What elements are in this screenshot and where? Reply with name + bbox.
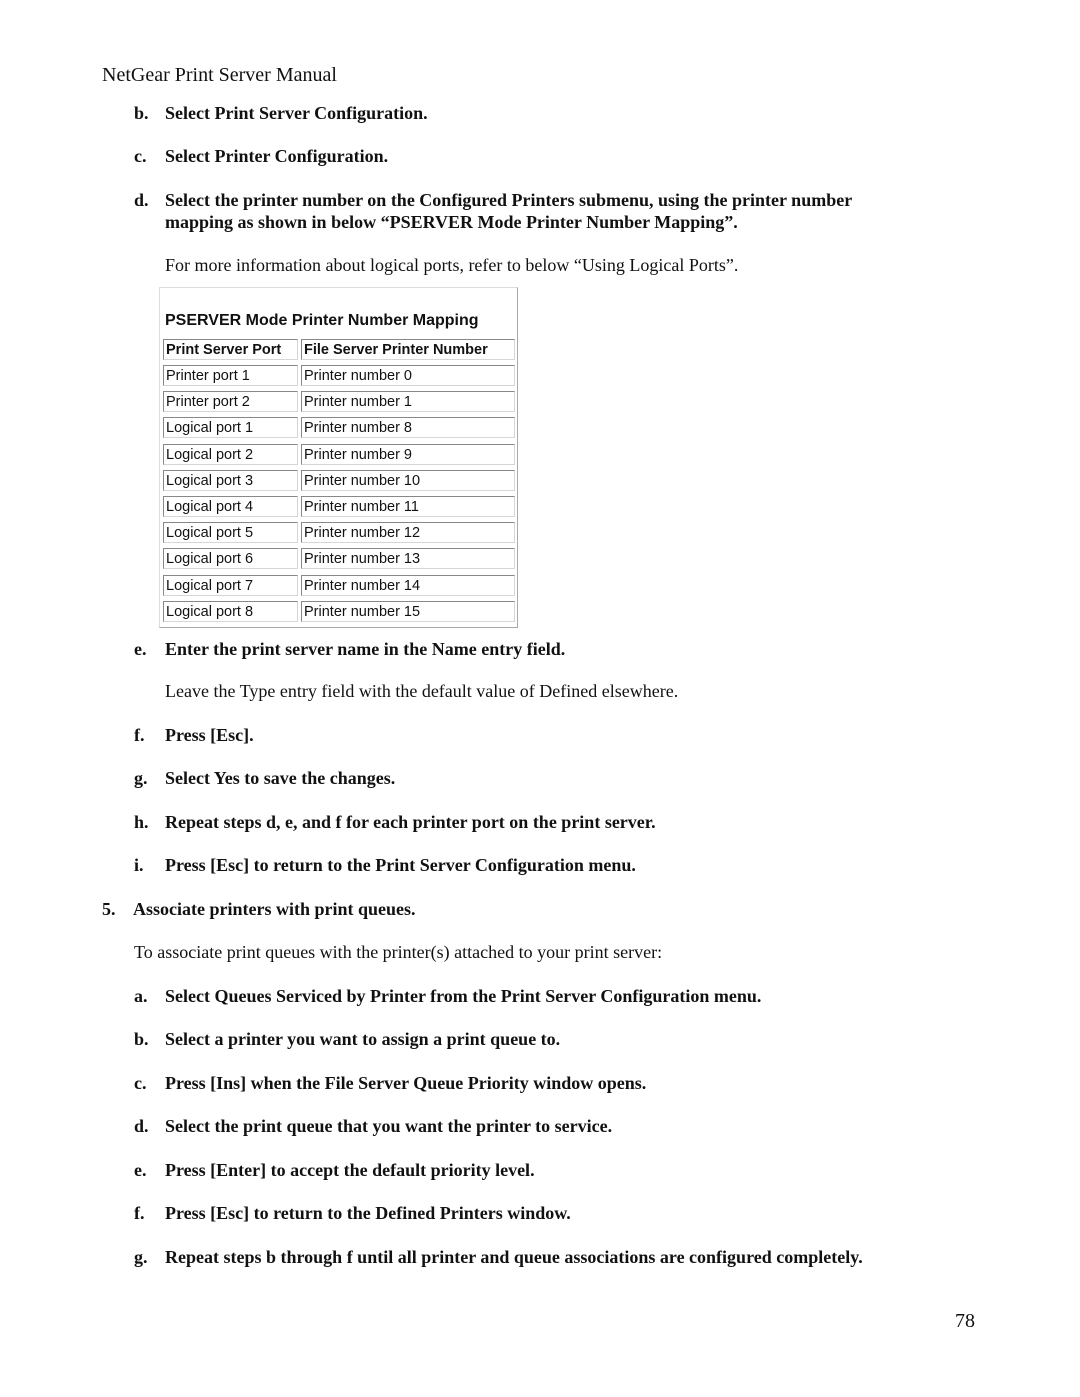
step-label: 5. xyxy=(102,899,116,919)
page-number: 78 xyxy=(955,1310,975,1332)
table-cell-port: Printer port 1 xyxy=(163,365,298,386)
table-cell-printer-number: Printer number 9 xyxy=(301,443,515,465)
step-label: f. xyxy=(134,1203,145,1223)
table-cell-printer-number: Printer number 0 xyxy=(301,365,515,386)
step-text: Select a printer you want to assign a pr… xyxy=(165,1029,561,1049)
step-label: d. xyxy=(134,1116,149,1136)
step-text: Press [Esc]. xyxy=(165,725,254,745)
table-cell-port: Logical port 1 xyxy=(163,417,298,439)
step-label: d. xyxy=(134,190,149,210)
note-logical-ports: For more information about logical ports… xyxy=(165,255,739,275)
step-text: Press [Enter] to accept the default prio… xyxy=(165,1160,535,1180)
table-cell-printer-number: Printer number 15 xyxy=(301,600,515,622)
column-header: File Server Printer Number xyxy=(301,339,515,360)
step-label: c. xyxy=(134,146,147,166)
table-cell-printer-number: Printer number 12 xyxy=(301,522,515,544)
step-label: g. xyxy=(134,768,148,788)
step-label: g. xyxy=(134,1247,148,1267)
step-text: Select Printer Configuration. xyxy=(165,146,389,166)
table-cell-printer-number: Printer number 1 xyxy=(301,391,515,413)
step-text: Select Print Server Configuration. xyxy=(165,103,428,123)
table-cell-printer-number: Printer number 14 xyxy=(301,574,515,596)
document-header: NetGear Print Server Manual xyxy=(102,64,337,86)
table-cell-port: Logical port 3 xyxy=(163,469,298,491)
table-caption: PSERVER Mode Printer Number Mapping xyxy=(165,312,479,329)
table-cell-printer-number: Printer number 8 xyxy=(301,417,515,439)
step-label: a. xyxy=(134,986,148,1006)
table-cell-port: Logical port 6 xyxy=(163,548,298,570)
step-label: b. xyxy=(134,1029,149,1049)
step-label: f. xyxy=(134,725,145,745)
step-text: Press [Esc] to return to the Print Serve… xyxy=(165,855,636,875)
step-label: b. xyxy=(134,103,149,123)
step-label: c. xyxy=(134,1073,147,1093)
step-text: Select Queues Serviced by Printer from t… xyxy=(165,986,762,1006)
table-cell-printer-number: Printer number 13 xyxy=(301,548,515,570)
step-label: e. xyxy=(134,639,147,659)
table-cell-port: Printer port 2 xyxy=(163,391,298,413)
note-type-field: Leave the Type entry field with the defa… xyxy=(165,681,679,701)
step-label: e. xyxy=(134,1160,147,1180)
step-text-continued: mapping as shown in below “PSERVER Mode … xyxy=(165,212,738,232)
table-cell-port: Logical port 2 xyxy=(163,443,298,465)
step-text: Enter the print server name in the Name … xyxy=(165,639,566,659)
step-text: Associate printers with print queues. xyxy=(133,899,416,919)
step-text: Select the print queue that you want the… xyxy=(165,1116,613,1136)
table-cell-port: Logical port 8 xyxy=(163,600,298,622)
table-cell-port: Logical port 5 xyxy=(163,522,298,544)
step-text: Select the printer number on the Configu… xyxy=(165,190,853,210)
table-cell-printer-number: Printer number 11 xyxy=(301,496,515,517)
step-text: Repeat steps b through f until all print… xyxy=(165,1247,863,1267)
table-cell-port: Logical port 4 xyxy=(163,496,298,517)
step-text: Press [Ins] when the File Server Queue P… xyxy=(165,1073,647,1093)
table-cell-printer-number: Printer number 10 xyxy=(301,469,515,491)
step-label: i. xyxy=(134,855,144,875)
table-cell-port: Logical port 7 xyxy=(163,574,298,596)
column-header: Print Server Port xyxy=(163,339,298,360)
step-text: Press [Esc] to return to the Defined Pri… xyxy=(165,1203,571,1223)
step-text: Repeat steps d, e, and f for each printe… xyxy=(165,812,656,832)
note-associate: To associate print queues with the print… xyxy=(134,942,663,962)
printer-mapping-table: PSERVER Mode Printer Number Mapping Prin… xyxy=(159,287,518,628)
step-text: Select Yes to save the changes. xyxy=(165,768,396,788)
step-label: h. xyxy=(134,812,149,832)
